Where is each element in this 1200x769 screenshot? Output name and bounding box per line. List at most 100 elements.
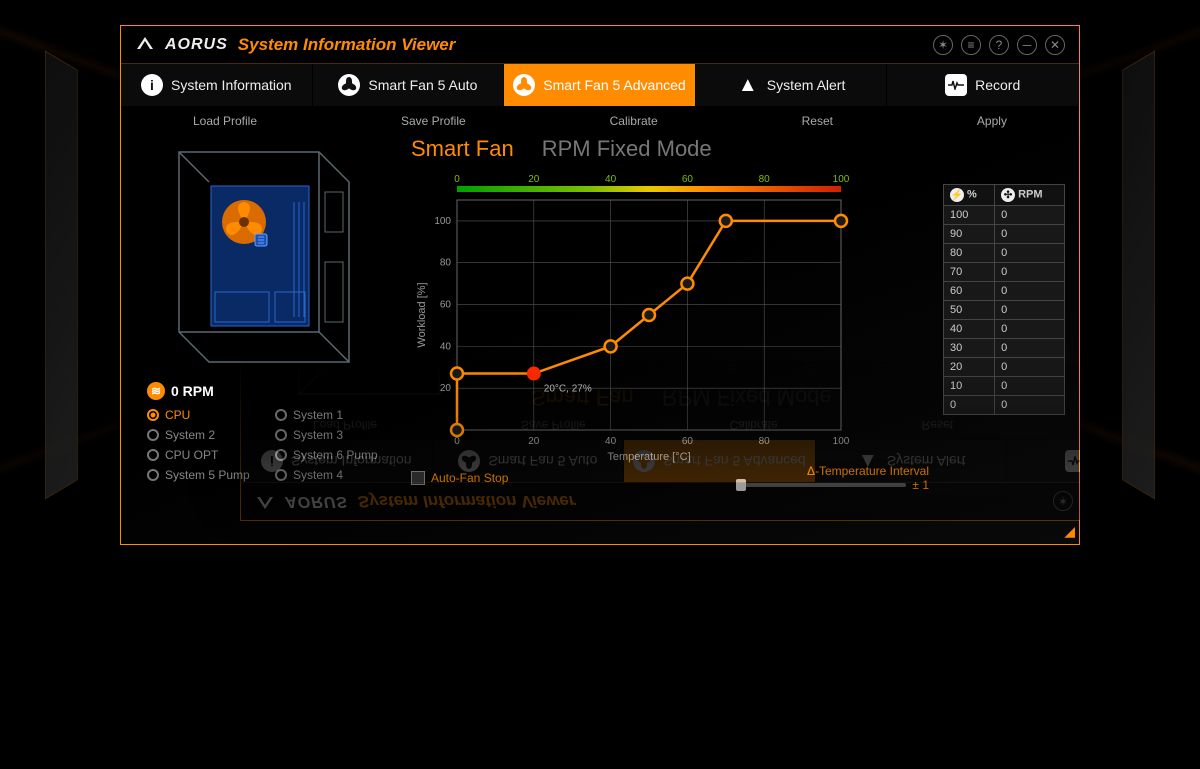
table-row[interactable]: 500 <box>944 301 1065 320</box>
action-save-profile[interactable]: Save Profile <box>401 114 466 128</box>
mode-smart-fan[interactable]: Smart Fan <box>411 136 514 162</box>
resize-grip[interactable]: ◢ <box>1064 523 1075 540</box>
cell-pct: 70 <box>944 263 995 282</box>
cell-rpm: 0 <box>995 225 1065 244</box>
fan-small-icon: ✣ <box>1001 188 1015 202</box>
svg-text:20: 20 <box>528 436 540 447</box>
svg-text:0: 0 <box>454 174 460 185</box>
list-icon[interactable]: ≡ <box>961 35 981 55</box>
table-row[interactable]: 900 <box>944 225 1065 244</box>
action-load-profile[interactable]: Load Profile <box>193 114 257 128</box>
table-row[interactable]: 800 <box>944 244 1065 263</box>
fan-selector-item[interactable]: System 5 Pump <box>147 468 253 482</box>
tab-label: Smart Fan 5 Advanced <box>543 77 685 93</box>
radio-icon <box>147 429 159 441</box>
tab-record[interactable]: Record <box>887 64 1079 106</box>
svg-text:60: 60 <box>440 300 452 311</box>
cell-rpm: 0 <box>995 339 1065 358</box>
fan-selector-label: System 6 Pump <box>293 448 378 462</box>
pc-case-diagram <box>159 142 369 372</box>
action-apply[interactable]: Apply <box>977 114 1007 128</box>
cell-rpm: 0 <box>995 282 1065 301</box>
pulse-icon <box>945 74 967 96</box>
titlebar: AORUS System Information Viewer ✶ ≡ ? ─ … <box>121 26 1079 64</box>
tab-smart-fan-auto[interactable]: Smart Fan 5 Auto <box>313 64 505 106</box>
perspective-panel-right <box>1122 51 1155 500</box>
auto-fan-stop-label: Auto-Fan Stop <box>431 471 508 485</box>
cell-pct: 20 <box>944 358 995 377</box>
cell-pct: 90 <box>944 225 995 244</box>
tab-label: System Alert <box>767 77 846 93</box>
cell-pct: 100 <box>944 206 995 225</box>
fan-selector-item[interactable]: System 4 <box>275 468 381 482</box>
fan-selector-item[interactable]: System 2 <box>147 428 253 442</box>
svg-text:100: 100 <box>833 436 850 447</box>
settings-icon[interactable]: ✶ <box>933 35 953 55</box>
perspective-panel-left <box>45 51 78 500</box>
cell-pct: 0 <box>944 396 995 415</box>
cell-pct: 60 <box>944 282 995 301</box>
fan-selector-item[interactable]: CPU <box>147 408 253 422</box>
bolt-icon: ⚡ <box>950 188 964 202</box>
fan-selector-item[interactable]: System 1 <box>275 408 381 422</box>
table-row[interactable]: 300 <box>944 339 1065 358</box>
info-icon: i <box>141 74 163 96</box>
tab-label: System Information <box>171 77 292 93</box>
main-tab-bar: i System Information Smart Fan 5 Auto Sm… <box>121 64 1079 106</box>
slider-thumb[interactable] <box>736 479 746 491</box>
svg-text:80: 80 <box>759 436 771 447</box>
action-calibrate[interactable]: Calibrate <box>610 114 658 128</box>
table-row[interactable]: 100 <box>944 377 1065 396</box>
svg-text:80: 80 <box>759 174 771 185</box>
svg-text:20: 20 <box>440 383 452 394</box>
table-row[interactable]: 00 <box>944 396 1065 415</box>
svg-text:40: 40 <box>605 436 617 447</box>
tab-label: Record <box>975 77 1020 93</box>
svg-text:100: 100 <box>833 174 850 185</box>
tab-system-alert[interactable]: ▲ System Alert <box>696 64 888 106</box>
minimize-icon[interactable]: ─ <box>1017 35 1037 55</box>
checkbox-icon <box>411 471 425 485</box>
rpm-table-header-rpm: ✣RPM <box>995 185 1065 206</box>
help-icon[interactable]: ? <box>989 35 1009 55</box>
svg-text:60: 60 <box>682 436 694 447</box>
svg-text:Workload [%]: Workload [%] <box>416 282 428 347</box>
table-row[interactable]: 700 <box>944 263 1065 282</box>
svg-text:80: 80 <box>440 258 452 269</box>
temp-interval-slider[interactable] <box>736 483 906 487</box>
tab-label: Smart Fan 5 Auto <box>368 77 477 93</box>
auto-fan-stop-checkbox[interactable]: Auto-Fan Stop <box>411 471 508 485</box>
cell-rpm: 0 <box>995 206 1065 225</box>
fan-selector-item[interactable]: System 3 <box>275 428 381 442</box>
fan-selector-label: System 3 <box>293 428 343 442</box>
table-row[interactable]: 1000 <box>944 206 1065 225</box>
radio-icon <box>147 409 159 421</box>
alert-icon: ▲ <box>737 74 759 96</box>
fan-curve-chart[interactable]: 02040608010002040608010020406080100Tempe… <box>411 170 929 450</box>
app-title: System Information Viewer <box>238 35 456 55</box>
fan-icon <box>338 74 360 96</box>
tab-system-information[interactable]: i System Information <box>121 64 313 106</box>
fan-selector-label: System 1 <box>293 408 343 422</box>
tab-smart-fan-advanced[interactable]: Smart Fan 5 Advanced <box>504 64 696 106</box>
action-reset[interactable]: Reset <box>802 114 833 128</box>
spin-icon: ≋ <box>147 382 165 400</box>
fan-selector-item[interactable]: System 6 Pump <box>275 448 381 462</box>
fan-selector-label: CPU <box>165 408 190 422</box>
svg-text:20°C, 27%: 20°C, 27% <box>544 384 592 395</box>
mode-rpm-fixed[interactable]: RPM Fixed Mode <box>542 136 712 162</box>
cell-pct: 40 <box>944 320 995 339</box>
app-window: AORUS System Information Viewer ✶ ≡ ? ─ … <box>120 25 1080 545</box>
content-area: ≋ 0 RPM CPU System 1 System 2 System 3 CPU O… <box>121 136 1079 536</box>
radio-icon <box>147 469 159 481</box>
table-row[interactable]: 200 <box>944 358 1065 377</box>
table-row[interactable]: 400 <box>944 320 1065 339</box>
fan-selector-item[interactable]: CPU OPT <box>147 448 253 462</box>
rpm-table-panel: ⚡% ✣RPM 10009008007006005004003002001000… <box>939 136 1079 536</box>
cell-rpm: 0 <box>995 377 1065 396</box>
table-row[interactable]: 600 <box>944 282 1065 301</box>
rpm-readout: ≋ 0 RPM <box>147 382 381 400</box>
action-bar: Load Profile Save Profile Calibrate Rese… <box>121 106 1079 136</box>
close-icon[interactable]: ✕ <box>1045 35 1065 55</box>
mode-tabs: Smart Fan RPM Fixed Mode <box>411 136 929 162</box>
